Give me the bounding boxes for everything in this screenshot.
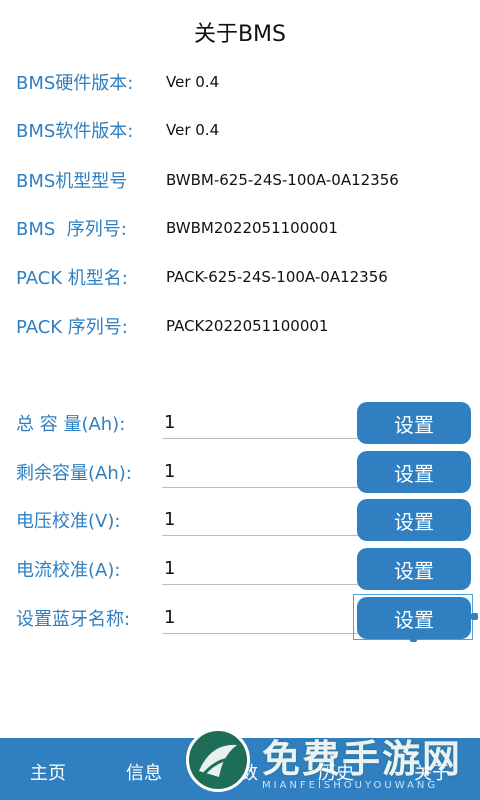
info-value: BWBM-625-24S-100A-0A12356 bbox=[166, 171, 399, 189]
remaining-capacity-input[interactable] bbox=[162, 455, 364, 488]
set-current-calibration-button[interactable]: 设置 bbox=[357, 548, 471, 590]
setting-row-current-calibration: 电流校准(A): 设置 bbox=[16, 548, 474, 592]
setting-row-total-capacity: 总 容 量(Ah): 设置 bbox=[16, 402, 474, 446]
info-label: BMS硬件版本: bbox=[16, 73, 134, 94]
nav-item-parameters[interactable]: 参数 bbox=[192, 753, 288, 785]
info-row-bms-serial: BMS 序列号: BWBM2022051100001 bbox=[16, 213, 338, 243]
bottom-nav: 主页 信息 参数 历史 关于 bbox=[0, 738, 480, 800]
set-remaining-capacity-button[interactable]: 设置 bbox=[357, 451, 471, 493]
info-value: Ver 0.4 bbox=[166, 121, 220, 139]
info-row-pack-model: PACK 机型名: PACK-625-24S-100A-0A12356 bbox=[16, 262, 388, 292]
resize-handle[interactable] bbox=[471, 613, 478, 620]
nav-item-info[interactable]: 信息 bbox=[96, 753, 192, 785]
info-value: Ver 0.4 bbox=[166, 73, 220, 91]
nav-item-about[interactable]: 关于 bbox=[384, 753, 480, 785]
set-voltage-calibration-button[interactable]: 设置 bbox=[357, 499, 471, 541]
resize-handle[interactable] bbox=[410, 635, 417, 642]
setting-label: 剩余容量(Ah): bbox=[16, 463, 132, 484]
info-row-pack-serial: PACK 序列号: PACK2022051100001 bbox=[16, 311, 328, 341]
info-label: BMS软件版本: bbox=[16, 121, 134, 142]
setting-label: 设置蓝牙名称: bbox=[16, 609, 131, 630]
current-calibration-input[interactable] bbox=[162, 552, 364, 585]
setting-row-bluetooth-name: 设置蓝牙名称: 设置 bbox=[16, 594, 478, 642]
info-label: PACK 序列号: bbox=[16, 317, 128, 338]
set-bluetooth-name-button[interactable]: 设置 bbox=[357, 597, 471, 639]
page-title: 关于BMS bbox=[0, 0, 480, 64]
setting-row-remaining-capacity: 剩余容量(Ah): 设置 bbox=[16, 451, 474, 495]
info-value: BWBM2022051100001 bbox=[166, 219, 338, 237]
info-value: PACK2022051100001 bbox=[166, 317, 329, 335]
info-value: PACK-625-24S-100A-0A12356 bbox=[166, 268, 388, 286]
info-row-software-version: BMS软件版本: Ver 0.4 bbox=[16, 115, 219, 145]
voltage-calibration-input[interactable] bbox=[162, 503, 364, 536]
bluetooth-name-input[interactable] bbox=[162, 601, 364, 634]
info-label: BMS机型型号 bbox=[16, 171, 128, 192]
info-row-hardware-version: BMS硬件版本: Ver 0.4 bbox=[16, 67, 219, 97]
setting-label: 电压校准(V): bbox=[16, 511, 121, 532]
info-row-bms-model: BMS机型型号 BWBM-625-24S-100A-0A12356 bbox=[16, 165, 399, 195]
set-total-capacity-button[interactable]: 设置 bbox=[357, 402, 471, 444]
setting-label: 总 容 量(Ah): bbox=[16, 414, 126, 435]
info-label: BMS 序列号: bbox=[16, 219, 127, 240]
nav-item-history[interactable]: 历史 bbox=[288, 753, 384, 785]
total-capacity-input[interactable] bbox=[162, 406, 364, 439]
nav-item-home[interactable]: 主页 bbox=[0, 753, 96, 785]
page-title-text: 关于BMS bbox=[193, 22, 287, 47]
setting-label: 电流校准(A): bbox=[16, 560, 121, 581]
info-label: PACK 机型名: bbox=[16, 268, 128, 289]
setting-row-voltage-calibration: 电压校准(V): 设置 bbox=[16, 499, 474, 543]
